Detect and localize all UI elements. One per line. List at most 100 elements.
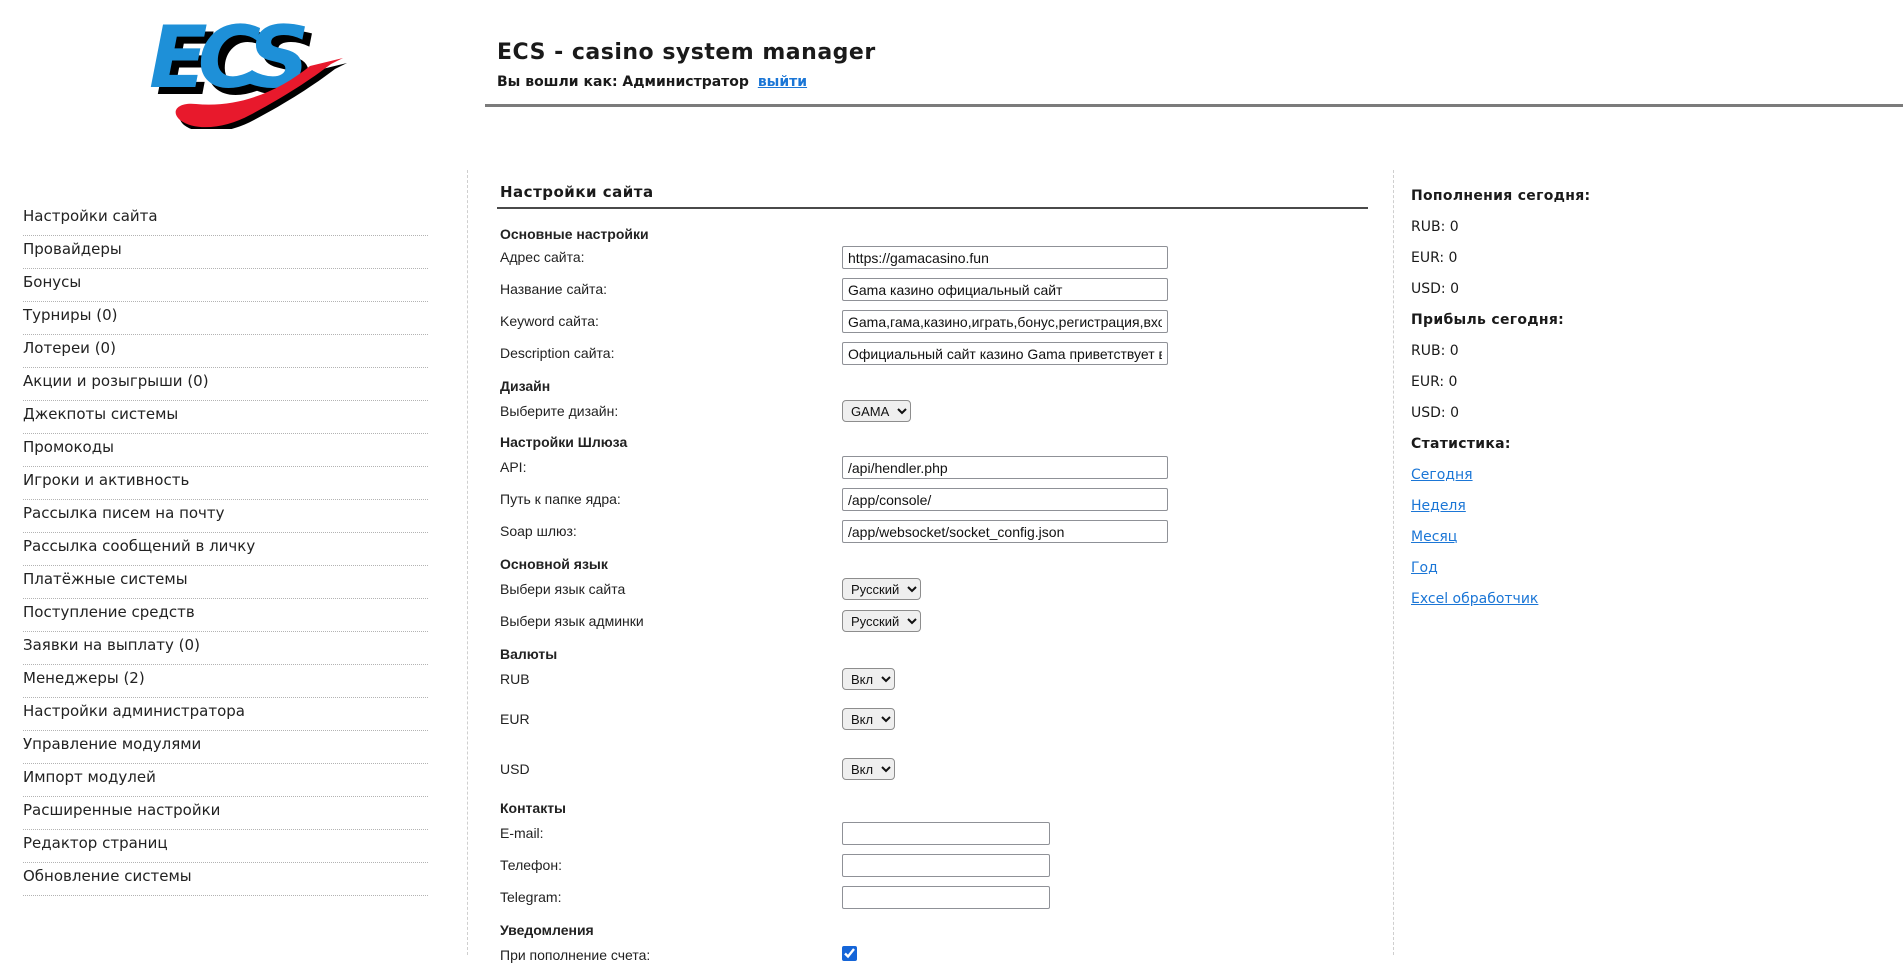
telegram-input[interactable] — [842, 886, 1050, 909]
site-address-input[interactable] — [842, 246, 1168, 269]
field-row-site-description: Description сайта: — [500, 342, 1200, 374]
sidebar-item-admin-settings[interactable]: Настройки администратора — [23, 698, 428, 731]
section-currencies: Валюты — [500, 642, 1200, 668]
field-row-site-keywords: Keyword сайта: — [500, 310, 1200, 342]
sidebar-item-promotions[interactable]: Акции и розыгрыши (0) — [23, 368, 428, 401]
form-title: Настройки сайта — [500, 183, 654, 201]
main-left-divider — [467, 170, 468, 955]
email-input[interactable] — [842, 822, 1050, 845]
sidebar-item-players-activity[interactable]: Игроки и активность — [23, 467, 428, 500]
field-row-admin-language: Выбери язык админки Русский — [500, 610, 1200, 642]
phone-label: Телефон: — [500, 854, 842, 873]
currency-rub-select[interactable]: Вкл — [842, 668, 895, 690]
main-right-divider — [1393, 170, 1394, 955]
sidebar-item-payout-requests[interactable]: Заявки на выплату (0) — [23, 632, 428, 665]
sidebar-item-site-settings[interactable]: Настройки сайта — [23, 203, 428, 236]
stats-link-excel-handler[interactable]: Excel обработчик — [1411, 591, 1538, 607]
field-row-currency-usd: USD Вкл — [500, 758, 1200, 796]
field-row-core-path: Путь к папке ядра: — [500, 488, 1200, 520]
site-keywords-input[interactable] — [842, 310, 1168, 333]
site-keywords-label: Keyword сайта: — [500, 310, 842, 329]
sidebar-item-email-mailing[interactable]: Рассылка писем на почту — [23, 500, 428, 533]
telegram-label: Telegram: — [500, 886, 842, 905]
sidebar-item-incoming-funds[interactable]: Поступление средств — [23, 599, 428, 632]
site-description-label: Description сайта: — [500, 342, 842, 361]
field-row-site-language: Выбери язык сайта Русский — [500, 578, 1200, 610]
sidebar-item-payment-systems[interactable]: Платёжные системы — [23, 566, 428, 599]
core-path-input[interactable] — [842, 488, 1168, 511]
site-language-label: Выбери язык сайта — [500, 578, 842, 597]
phone-input[interactable] — [842, 854, 1050, 877]
sidebar-item-module-management[interactable]: Управление модулями — [23, 731, 428, 764]
stats-link-week[interactable]: Неделя — [1411, 498, 1466, 514]
admin-language-select[interactable]: Русский — [842, 610, 921, 632]
sidebar-item-jackpots[interactable]: Джекпоты системы — [23, 401, 428, 434]
section-basic-settings: Основные настройки — [500, 222, 1200, 246]
profit-rub-value: RUB: 0 — [1411, 341, 1711, 372]
currency-eur-select[interactable]: Вкл — [842, 708, 895, 730]
design-select-label: Выберите дизайн: — [500, 400, 842, 419]
admin-language-label: Выбери язык админки — [500, 610, 842, 629]
field-row-email: E-mail: — [500, 822, 1200, 854]
sidebar-item-page-editor[interactable]: Редактор страниц — [23, 830, 428, 863]
currency-eur-label: EUR — [500, 708, 842, 727]
statistics-title: Статистика: — [1411, 434, 1711, 465]
sidebar-item-advanced-settings[interactable]: Расширенные настройки — [23, 797, 428, 830]
field-row-design: Выберите дизайн: GAMA — [500, 400, 1200, 430]
profit-today-title: Прибыль сегодня: — [1411, 310, 1711, 341]
design-select[interactable]: GAMA — [842, 400, 911, 422]
sidebar-item-pm-mailing[interactable]: Рассылка сообщений в личку — [23, 533, 428, 566]
section-design: Дизайн — [500, 374, 1200, 400]
header-text-block: ECS - casino system manager Вы вошли как… — [497, 40, 876, 90]
site-description-input[interactable] — [842, 342, 1168, 365]
site-address-label: Адрес сайта: — [500, 246, 842, 265]
deposits-eur-value: EUR: 0 — [1411, 248, 1711, 279]
site-name-input[interactable] — [842, 278, 1168, 301]
sidebar-item-module-import[interactable]: Импорт модулей — [23, 764, 428, 797]
site-settings-form: Основные настройки Адрес сайта: Название… — [500, 222, 1200, 964]
notify-on-deposit-checkbox[interactable] — [842, 946, 857, 961]
sidebar-item-providers[interactable]: Провайдеры — [23, 236, 428, 269]
sidebar-item-managers[interactable]: Менеджеры (2) — [23, 665, 428, 698]
api-input[interactable] — [842, 456, 1168, 479]
field-row-site-name: Название сайта: — [500, 278, 1200, 310]
sidebar-item-lotteries[interactable]: Лотереи (0) — [23, 335, 428, 368]
currency-usd-select[interactable]: Вкл — [842, 758, 895, 780]
email-label: E-mail: — [500, 822, 842, 841]
stats-link-year[interactable]: Год — [1411, 560, 1438, 576]
field-row-currency-rub: RUB Вкл — [500, 668, 1200, 708]
core-path-label: Путь к папке ядра: — [500, 488, 842, 507]
field-row-telegram: Telegram: — [500, 886, 1200, 918]
deposits-today-title: Пополнения сегодня: — [1411, 186, 1711, 217]
field-row-api: API: — [500, 456, 1200, 488]
sidebar-item-tournaments[interactable]: Турниры (0) — [23, 302, 428, 335]
section-notifications: Уведомления — [500, 918, 1200, 944]
login-status-text: Вы вошли как: Администратор — [497, 74, 749, 90]
page-title: ECS - casino system manager — [497, 40, 876, 65]
currency-usd-label: USD — [500, 758, 842, 777]
soap-gateway-input[interactable] — [842, 520, 1168, 543]
stats-link-month[interactable]: Месяц — [1411, 529, 1457, 545]
site-language-select[interactable]: Русский — [842, 578, 921, 600]
sidebar-item-system-update[interactable]: Обновление системы — [23, 863, 428, 896]
sidebar-item-promocodes[interactable]: Промокоды — [23, 434, 428, 467]
field-row-currency-eur: EUR Вкл — [500, 708, 1200, 758]
logout-link[interactable]: выйти — [758, 74, 807, 90]
stats-panel: Пополнения сегодня: RUB: 0 EUR: 0 USD: 0… — [1411, 186, 1711, 620]
section-contacts: Контакты — [500, 796, 1200, 822]
notify-on-deposit-label: При пополнение счета: — [500, 944, 842, 963]
ecs-logo-image: ECS ECS — [138, 14, 348, 129]
stats-link-today[interactable]: Сегодня — [1411, 467, 1473, 483]
header-divider — [485, 104, 1903, 107]
deposits-usd-value: USD: 0 — [1411, 279, 1711, 310]
field-row-soap-gateway: Soap шлюз: — [500, 520, 1200, 552]
sidebar-item-bonuses[interactable]: Бонусы — [23, 269, 428, 302]
form-title-divider — [497, 207, 1368, 209]
api-label: API: — [500, 456, 842, 475]
login-status-line: Вы вошли как: Администратор выйти — [497, 74, 876, 90]
deposits-rub-value: RUB: 0 — [1411, 217, 1711, 248]
currency-rub-label: RUB — [500, 668, 842, 687]
section-main-language: Основной язык — [500, 552, 1200, 578]
ecs-logo: ECS ECS — [138, 14, 348, 129]
profit-eur-value: EUR: 0 — [1411, 372, 1711, 403]
